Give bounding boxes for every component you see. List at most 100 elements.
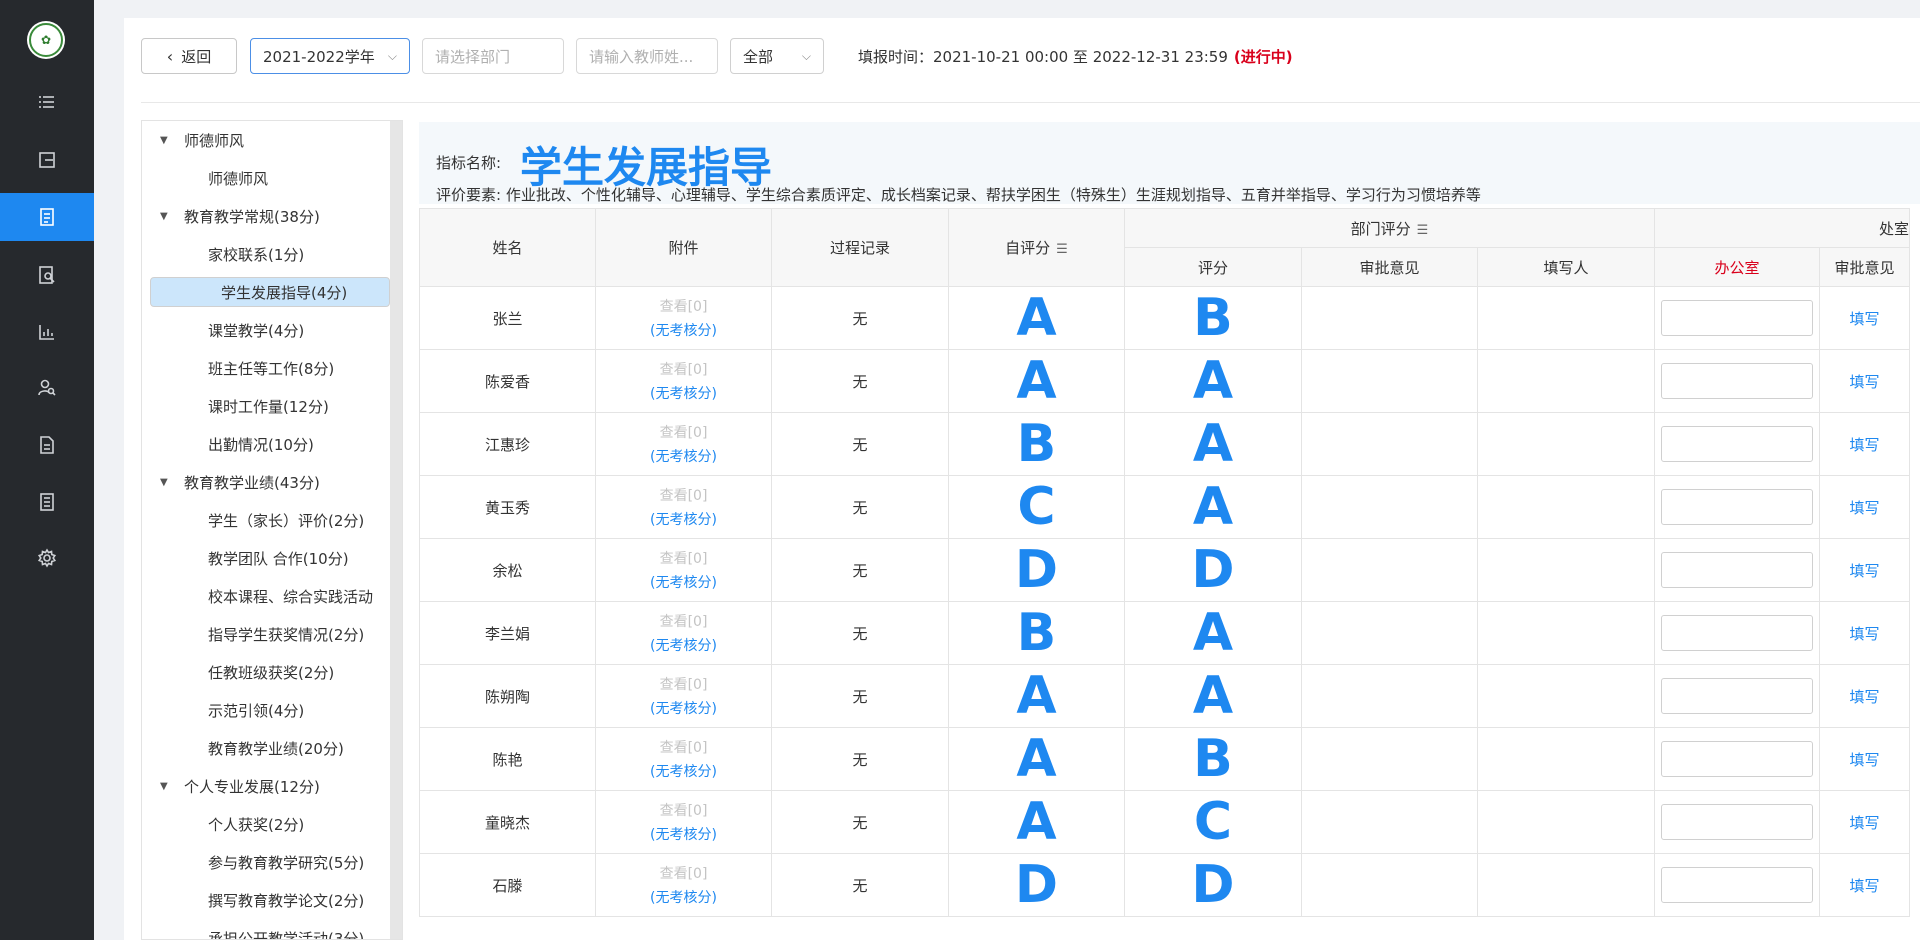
back-button[interactable]: ‹ 返回 <box>141 38 237 74</box>
view-attachment-link[interactable]: 查看[0] <box>596 485 771 505</box>
filter-select[interactable]: 全部 ⌵ <box>730 38 824 74</box>
side-nav: ✿ <box>0 0 94 940</box>
tree-item[interactable]: 撰写教育教学论文(2分) <box>142 885 390 915</box>
sort-icon[interactable]: ☰ <box>1417 223 1429 238</box>
fill-link[interactable]: 填写 <box>1849 814 1879 832</box>
cell-office-opinion: 填写 <box>1819 475 1910 539</box>
cell-dept-filler <box>1477 475 1655 539</box>
view-attachment-link[interactable]: 查看[0] <box>596 800 771 820</box>
nav-document[interactable] <box>0 421 94 469</box>
fill-link[interactable]: 填写 <box>1849 310 1879 328</box>
tree-item[interactable]: 任教班级获奖(2分) <box>142 657 390 687</box>
tree-item[interactable]: 教育教学业绩(20分) <box>142 733 390 763</box>
cell-dept-filler <box>1477 538 1655 602</box>
office-score-input[interactable] <box>1661 552 1813 588</box>
nav-settings[interactable] <box>0 534 94 582</box>
tree-item[interactable]: 学生发展指导(4分) <box>150 277 390 307</box>
view-attachment-link[interactable]: 查看[0] <box>596 296 771 316</box>
office-score-input[interactable] <box>1661 426 1813 462</box>
fill-link[interactable]: 填写 <box>1849 625 1879 643</box>
cell-self-score: C <box>948 475 1125 539</box>
no-check-score-link[interactable]: (无考核分) <box>596 320 771 340</box>
tree-item[interactable]: 课时工作量(12分) <box>142 391 390 421</box>
tree-item[interactable]: 参与教育教学研究(5分) <box>142 847 390 877</box>
nav-search-doc[interactable] <box>0 251 94 299</box>
view-attachment-link[interactable]: 查看[0] <box>596 737 771 757</box>
caret-down-icon[interactable]: ▼ <box>160 135 172 146</box>
cell-attachment: 查看[0] (无考核分) <box>595 412 772 476</box>
caret-down-icon[interactable]: ▼ <box>160 781 172 792</box>
fill-link[interactable]: 填写 <box>1849 373 1879 391</box>
cell-process: 无 <box>771 790 949 854</box>
office-score-input[interactable] <box>1661 741 1813 777</box>
no-check-score-link[interactable]: (无考核分) <box>596 635 771 655</box>
fill-link[interactable]: 填写 <box>1849 688 1879 706</box>
fill-link[interactable]: 填写 <box>1849 499 1879 517</box>
no-check-score-link[interactable]: (无考核分) <box>596 824 771 844</box>
office-score-input[interactable] <box>1661 804 1813 840</box>
tree-item[interactable]: 示范引领(4分) <box>142 695 390 725</box>
no-check-score-link[interactable]: (无考核分) <box>596 446 771 466</box>
tree-label: 校本课程、综合实践活动 <box>208 587 374 606</box>
cell-dept-score: C <box>1124 790 1302 854</box>
tree-group[interactable]: ▼ 个人专业发展(12分) <box>142 771 390 801</box>
nav-report[interactable] <box>0 478 94 526</box>
header-self-score[interactable]: 自评分 ☰ <box>948 208 1125 287</box>
fill-link[interactable]: 填写 <box>1849 751 1879 769</box>
caret-down-icon[interactable]: ▼ <box>160 211 172 222</box>
office-score-input[interactable] <box>1661 489 1813 525</box>
cell-dept-score: A <box>1124 601 1302 665</box>
view-attachment-link[interactable]: 查看[0] <box>596 422 771 442</box>
no-check-score-link[interactable]: (无考核分) <box>596 887 771 907</box>
nav-exit[interactable] <box>0 136 94 184</box>
office-score-input[interactable] <box>1661 300 1813 336</box>
view-attachment-link[interactable]: 查看[0] <box>596 359 771 379</box>
tree-item[interactable]: 个人获奖(2分) <box>142 809 390 839</box>
status-badge: (进行中) <box>1233 48 1293 66</box>
view-attachment-link[interactable]: 查看[0] <box>596 548 771 568</box>
no-check-score-link[interactable]: (无考核分) <box>596 509 771 529</box>
office-score-input[interactable] <box>1661 363 1813 399</box>
view-attachment-link[interactable]: 查看[0] <box>596 674 771 694</box>
fill-link[interactable]: 填写 <box>1849 436 1879 454</box>
header-name: 姓名 <box>419 208 596 287</box>
office-score-input[interactable] <box>1661 678 1813 714</box>
tree-item[interactable]: 学生（家长）评价(2分) <box>142 505 390 535</box>
tree-group[interactable]: ▼ 教育教学常规(38分) <box>142 201 390 231</box>
tree-item[interactable]: 班主任等工作(8分) <box>142 353 390 383</box>
view-attachment-link[interactable]: 查看[0] <box>596 611 771 631</box>
tree-group[interactable]: ▼ 教育教学业绩(43分) <box>142 467 390 497</box>
tree-label: 撰写教育教学论文(2分) <box>208 891 365 910</box>
caret-down-icon[interactable]: ▼ <box>160 477 172 488</box>
office-score-input[interactable] <box>1661 867 1813 903</box>
tree-item[interactable]: 教学团队 合作(10分) <box>142 543 390 573</box>
year-select[interactable]: 2021-2022学年 ⌵ <box>250 38 410 74</box>
fill-link[interactable]: 填写 <box>1849 562 1879 580</box>
tree-item[interactable]: 承担公开教学活动(3分) <box>142 923 390 940</box>
tree-item[interactable]: 课堂教学(4分) <box>142 315 390 345</box>
tree-scrollbar[interactable] <box>390 121 402 939</box>
nav-chart[interactable] <box>0 308 94 356</box>
cell-attachment: 查看[0] (无考核分) <box>595 475 772 539</box>
tree-item[interactable]: 出勤情况(10分) <box>142 429 390 459</box>
header-dept-filler: 填写人 <box>1477 247 1655 287</box>
tree-item[interactable]: 师德师风 <box>142 163 390 193</box>
no-check-score-link[interactable]: (无考核分) <box>596 572 771 592</box>
no-check-score-link[interactable]: (无考核分) <box>596 698 771 718</box>
nav-form[interactable] <box>0 193 94 241</box>
tree-group[interactable]: ▼ 师德师风 <box>142 125 390 155</box>
nav-list[interactable] <box>0 78 94 126</box>
tree-item[interactable]: 指导学生获奖情况(2分) <box>142 619 390 649</box>
view-attachment-link[interactable]: 查看[0] <box>596 863 771 883</box>
no-check-score-link[interactable]: (无考核分) <box>596 383 771 403</box>
tree-item[interactable]: 家校联系(1分) <box>142 239 390 269</box>
nav-user-search[interactable] <box>0 364 94 412</box>
office-score-input[interactable] <box>1661 615 1813 651</box>
teacher-search-input[interactable]: 请输入教师姓... <box>576 38 718 74</box>
sort-icon[interactable]: ☰ <box>1056 242 1068 257</box>
no-check-score-link[interactable]: (无考核分) <box>596 761 771 781</box>
fill-link[interactable]: 填写 <box>1849 877 1879 895</box>
cell-dept-filler <box>1477 853 1655 917</box>
tree-item[interactable]: 校本课程、综合实践活动 <box>142 581 390 611</box>
department-select[interactable]: 请选择部门 <box>422 38 564 74</box>
